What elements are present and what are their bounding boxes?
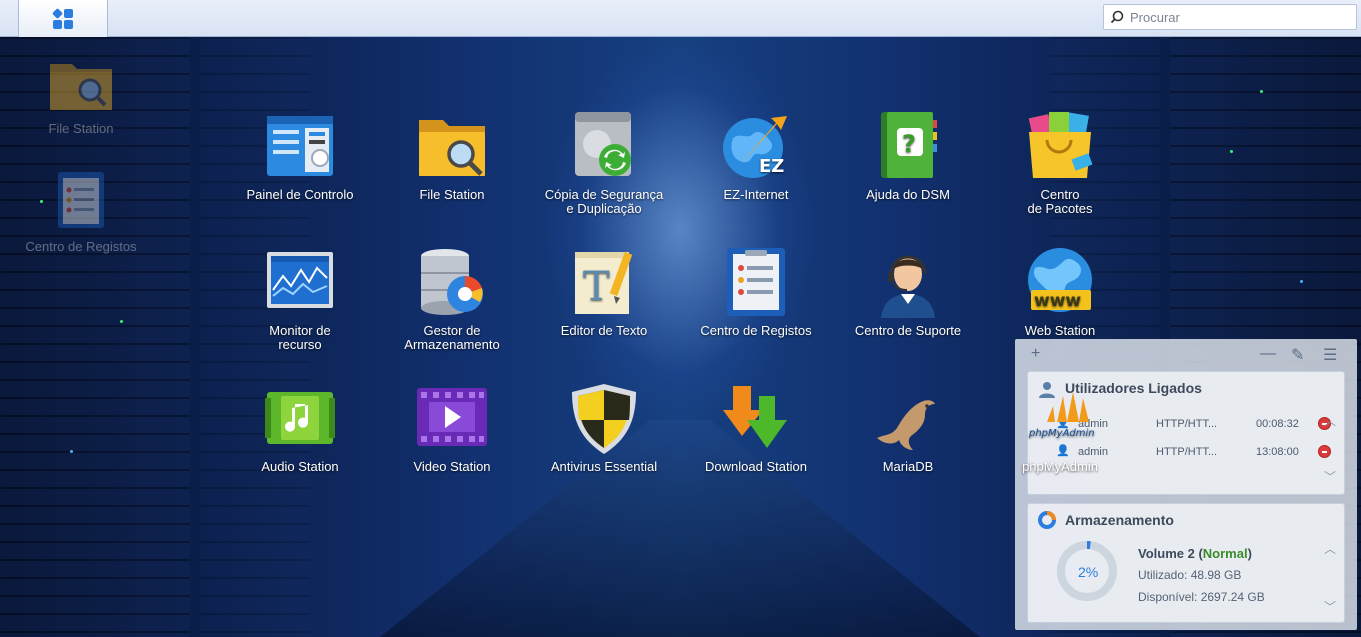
- app-mariadb[interactable]: MariaDB: [832, 382, 984, 474]
- antivirus-shield-icon: [567, 382, 641, 456]
- panel-settings-icon[interactable]: ☰: [1323, 345, 1337, 365]
- app-label: Cópia de Segurança e Duplicação: [544, 187, 664, 216]
- control-panel-icon: [263, 110, 337, 184]
- backup-icon: [567, 110, 641, 184]
- app-label: File Station: [419, 187, 485, 202]
- app-label: Centro de Pacotes: [1027, 187, 1093, 216]
- app-resource-monitor[interactable]: Monitor de recurso: [224, 246, 376, 352]
- app-label: phpMyAdmin: [1022, 459, 1098, 474]
- package-bag-icon: [1023, 110, 1097, 184]
- app-audio-station[interactable]: Audio Station: [224, 382, 376, 474]
- app-label: Ajuda do DSM: [866, 187, 950, 202]
- mariadb-seal-icon: [871, 382, 945, 456]
- volume-used: Utilizado: 48.98 GB: [1138, 568, 1242, 582]
- svg-text:EZ: EZ: [759, 156, 784, 177]
- pin-icon[interactable]: ✎: [1291, 345, 1304, 365]
- app-label: Monitor de recurso: [269, 323, 331, 352]
- desktop-shortcut-label: File Station: [48, 121, 114, 136]
- phpmyadmin-sail-icon: phpMyAdmin: [1023, 382, 1097, 456]
- volume-status-close: ): [1247, 546, 1252, 561]
- taskbar: [0, 0, 1361, 37]
- main-menu-grid-icon: [52, 7, 73, 29]
- disconnect-icon[interactable]: [1318, 445, 1331, 458]
- app-label: Audio Station: [261, 459, 339, 474]
- widget-title: Armazenamento: [1065, 512, 1174, 528]
- app-log-center[interactable]: Centro de Registos: [680, 246, 832, 338]
- app-download-station[interactable]: Download Station: [680, 382, 832, 474]
- chevron-down-icon[interactable]: ﹀: [1324, 468, 1336, 485]
- app-support-center[interactable]: Centro de Suporte: [832, 246, 984, 338]
- user-time: 13:08:00: [1256, 446, 1299, 458]
- app-dsm-help[interactable]: ? Ajuda do DSM: [832, 110, 984, 202]
- help-book-icon: ?: [871, 110, 945, 184]
- video-play-icon: [415, 382, 489, 456]
- user-time: 00:08:32: [1256, 418, 1299, 430]
- chevron-up-icon[interactable]: ︿: [1324, 540, 1336, 557]
- log-center-icon: [719, 246, 793, 320]
- app-video-station[interactable]: Video Station: [376, 382, 528, 474]
- app-file-station[interactable]: File Station: [376, 110, 528, 202]
- app-ez-internet[interactable]: EZ EZ-Internet: [680, 110, 832, 202]
- app-label: Video Station: [413, 459, 491, 474]
- search-icon: [1110, 10, 1124, 24]
- app-label: Gestor de Armazenamento: [404, 323, 500, 352]
- folder-search-icon: [415, 110, 489, 184]
- svg-text:www: www: [1034, 291, 1081, 311]
- widget-toolbar: + — ✎ ☰: [1015, 339, 1357, 371]
- search-input[interactable]: [1130, 9, 1350, 25]
- phpmyadmin-logo-text: phpMyAdmin: [1028, 428, 1095, 439]
- app-phpmyadmin[interactable]: phpMyAdmin phpMyAdmin: [984, 382, 1136, 474]
- text-editor-icon: T: [567, 246, 641, 320]
- app-label: Web Station: [1024, 323, 1096, 338]
- app-label: Painel de Controlo: [246, 187, 354, 202]
- search-box[interactable]: [1103, 4, 1357, 30]
- app-package-center[interactable]: Centro de Pacotes: [984, 110, 1136, 216]
- resource-monitor-icon: [263, 246, 337, 320]
- add-widget-icon[interactable]: +: [1031, 345, 1040, 363]
- volume-name: Volume 2 (Normal): [1138, 546, 1252, 561]
- volume-status: Normal: [1202, 546, 1248, 561]
- chevron-up-icon[interactable]: ︿: [1324, 412, 1336, 429]
- support-agent-icon: [871, 246, 945, 320]
- app-backup[interactable]: Cópia de Segurança e Duplicação: [528, 110, 680, 216]
- app-control-panel[interactable]: Painel de Controlo: [224, 110, 376, 202]
- volume-available: Disponível: 2697.24 GB: [1138, 590, 1265, 604]
- chevron-down-icon[interactable]: ﹀: [1324, 598, 1336, 615]
- app-label: Antivirus Essential: [550, 459, 658, 474]
- app-label: MariaDB: [882, 459, 934, 474]
- app-label: Editor de Texto: [560, 323, 648, 338]
- storage-manager-icon: [415, 246, 489, 320]
- app-web-station[interactable]: www Web Station: [984, 246, 1136, 338]
- minimize-icon[interactable]: —: [1260, 345, 1276, 363]
- svg-text:T: T: [583, 264, 610, 310]
- app-label: Download Station: [705, 459, 807, 474]
- web-globe-icon: www: [1023, 246, 1097, 320]
- app-label: EZ-Internet: [723, 187, 789, 202]
- desktop-shortcut-label: Centro de Registos: [25, 239, 137, 254]
- app-label: Centro de Registos: [700, 323, 812, 338]
- volume-usage-percent: 2%: [1078, 564, 1099, 580]
- user-protocol: HTTP/HTT...: [1156, 446, 1218, 458]
- desktop-shortcut-log-center[interactable]: Centro de Registos: [6, 170, 156, 254]
- desktop-shortcut-file-station[interactable]: File Station: [6, 58, 156, 136]
- download-arrow-icon: [719, 382, 793, 456]
- app-storage-manager[interactable]: Gestor de Armazenamento: [376, 246, 528, 352]
- volume-label: Volume 2 (: [1138, 546, 1203, 561]
- app-text-editor[interactable]: T Editor de Texto: [528, 246, 680, 338]
- user-protocol: HTTP/HTT...: [1156, 418, 1218, 430]
- folder-search-icon: [6, 58, 156, 115]
- storage-widget: Armazenamento 2% Volume 2 (Normal) Utili…: [1027, 503, 1345, 623]
- audio-note-icon: [263, 382, 337, 456]
- app-label: Centro de Suporte: [854, 323, 962, 338]
- svg-text:?: ?: [902, 130, 916, 158]
- log-center-icon: [6, 170, 156, 233]
- ez-internet-icon: EZ: [719, 110, 793, 184]
- storage-ring-icon: [1038, 511, 1056, 529]
- main-menu-button[interactable]: [18, 0, 108, 37]
- app-antivirus-essential[interactable]: Antivirus Essential: [528, 382, 680, 474]
